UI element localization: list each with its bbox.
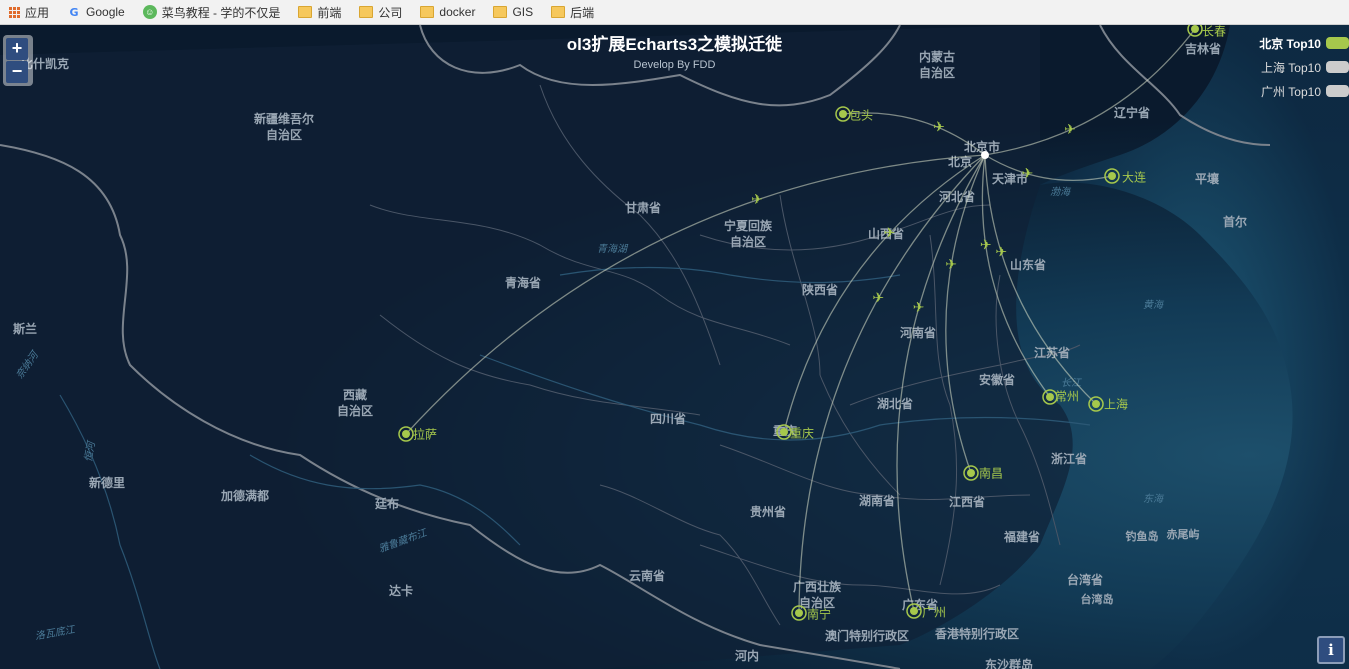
city-dot [1191,25,1199,33]
route-guangzhou [896,154,986,612]
city-dot [402,430,410,438]
legend-item-shanghai[interactable]: 上海 Top10 [1259,55,1349,79]
bookmark-folder-company[interactable]: 公司 [350,0,411,25]
legend-swatch [1326,61,1349,73]
google-icon: G [69,5,79,19]
bookmark-label: GIS [512,5,534,19]
city-dot [967,469,975,477]
plane-icon: ✈ [884,226,896,242]
plane-icon: ✈ [980,238,992,254]
city-label: 常州 [1055,389,1080,404]
bookmark-label: 公司 [378,5,403,20]
city-label: 南宁 [807,607,832,622]
bookmark-folder-docker[interactable]: docker [411,0,484,25]
migration-routes: ✈✈✈✈✈✈ ✈✈✈✈ [398,25,1203,621]
bookmark-runoob[interactable]: ☺ 菜鸟教程 - 学的不仅是 [134,0,290,25]
route-nanchang [945,154,986,474]
city-dot [795,609,803,617]
bookmark-label: 后端 [570,5,595,20]
bookmarks-bar: 应用 G Google ☺ 菜鸟教程 - 学的不仅是 前端 公司 docker … [0,0,1349,25]
legend-label: 上海 Top10 [1260,60,1321,75]
route-changzhou [981,154,1051,398]
folder-icon [359,6,374,18]
zoom-out-button[interactable]: − [6,61,28,83]
city-dot [1108,172,1116,180]
attribution-info-button[interactable]: i [1317,636,1345,664]
city-label: 广州 [922,605,947,620]
bookmark-folder-frontend[interactable]: 前端 [289,0,350,25]
city-dot [780,428,788,436]
plane-icon: ✈ [751,192,763,208]
zoom-control: + − [3,35,33,86]
legend: 北京 Top10 上海 Top10 广州 Top10 [1259,31,1349,103]
legend-swatch [1326,85,1349,97]
zoom-in-button[interactable]: + [6,38,28,60]
bookmark-google[interactable]: G Google [58,0,134,25]
route-dalian [984,154,1113,181]
city-dot [1092,400,1100,408]
route-changchun [984,28,1196,156]
route-chongqing [783,154,986,433]
folder-icon [420,6,435,18]
legend-item-beijing[interactable]: 北京 Top10 [1259,31,1349,55]
plane-icon: ✈ [872,290,884,306]
city-dot [839,110,847,118]
city-dot [910,607,918,615]
city-dot [1046,393,1054,401]
city-label: 大连 [1122,170,1147,185]
city-label: 上海 [1104,397,1129,412]
hub-dot [981,151,989,159]
apps-shortcut[interactable]: 应用 [0,0,58,25]
runoob-icon: ☺ [142,5,157,19]
folder-icon [551,6,566,18]
route-lasa [405,154,986,435]
legend-label: 北京 Top10 [1259,36,1321,51]
legend-swatch [1326,37,1349,49]
bookmark-folder-gis[interactable]: GIS [484,0,542,25]
city-label: 南昌 [979,466,1004,481]
city-label: 拉萨 [413,427,438,442]
bookmark-label: 菜鸟教程 - 学的不仅是 [161,5,281,20]
bookmark-label: 前端 [317,5,342,20]
route-shanghai [984,154,1097,405]
bookmark-label: Google [86,5,125,19]
route-nanning [798,154,986,614]
plane-icon: ✈ [933,120,945,136]
plane-icon: ✈ [995,244,1007,260]
folder-icon [298,6,313,18]
apps-icon [9,6,20,18]
plane-icon: ✈ [945,257,957,273]
bookmark-folder-backend[interactable]: 后端 [542,0,603,25]
legend-label: 广州 Top10 [1260,84,1321,99]
folder-icon [493,6,508,18]
apps-label: 应用 [25,5,50,20]
map-viewport[interactable]: ol3扩展Echarts3之模拟迁徙 Develop By FDD 内蒙古 自治区… [0,25,1349,669]
plane-icon: ✈ [913,300,925,316]
bookmark-label: docker [439,5,476,19]
plane-icon: ✈ [1022,166,1034,182]
city-label: 包头 [849,108,874,123]
legend-item-guangzhou[interactable]: 广州 Top10 [1259,79,1349,103]
plane-icon: ✈ [1064,122,1076,138]
city-label: 重庆 [790,426,815,441]
city-label: 长春 [1202,25,1227,39]
